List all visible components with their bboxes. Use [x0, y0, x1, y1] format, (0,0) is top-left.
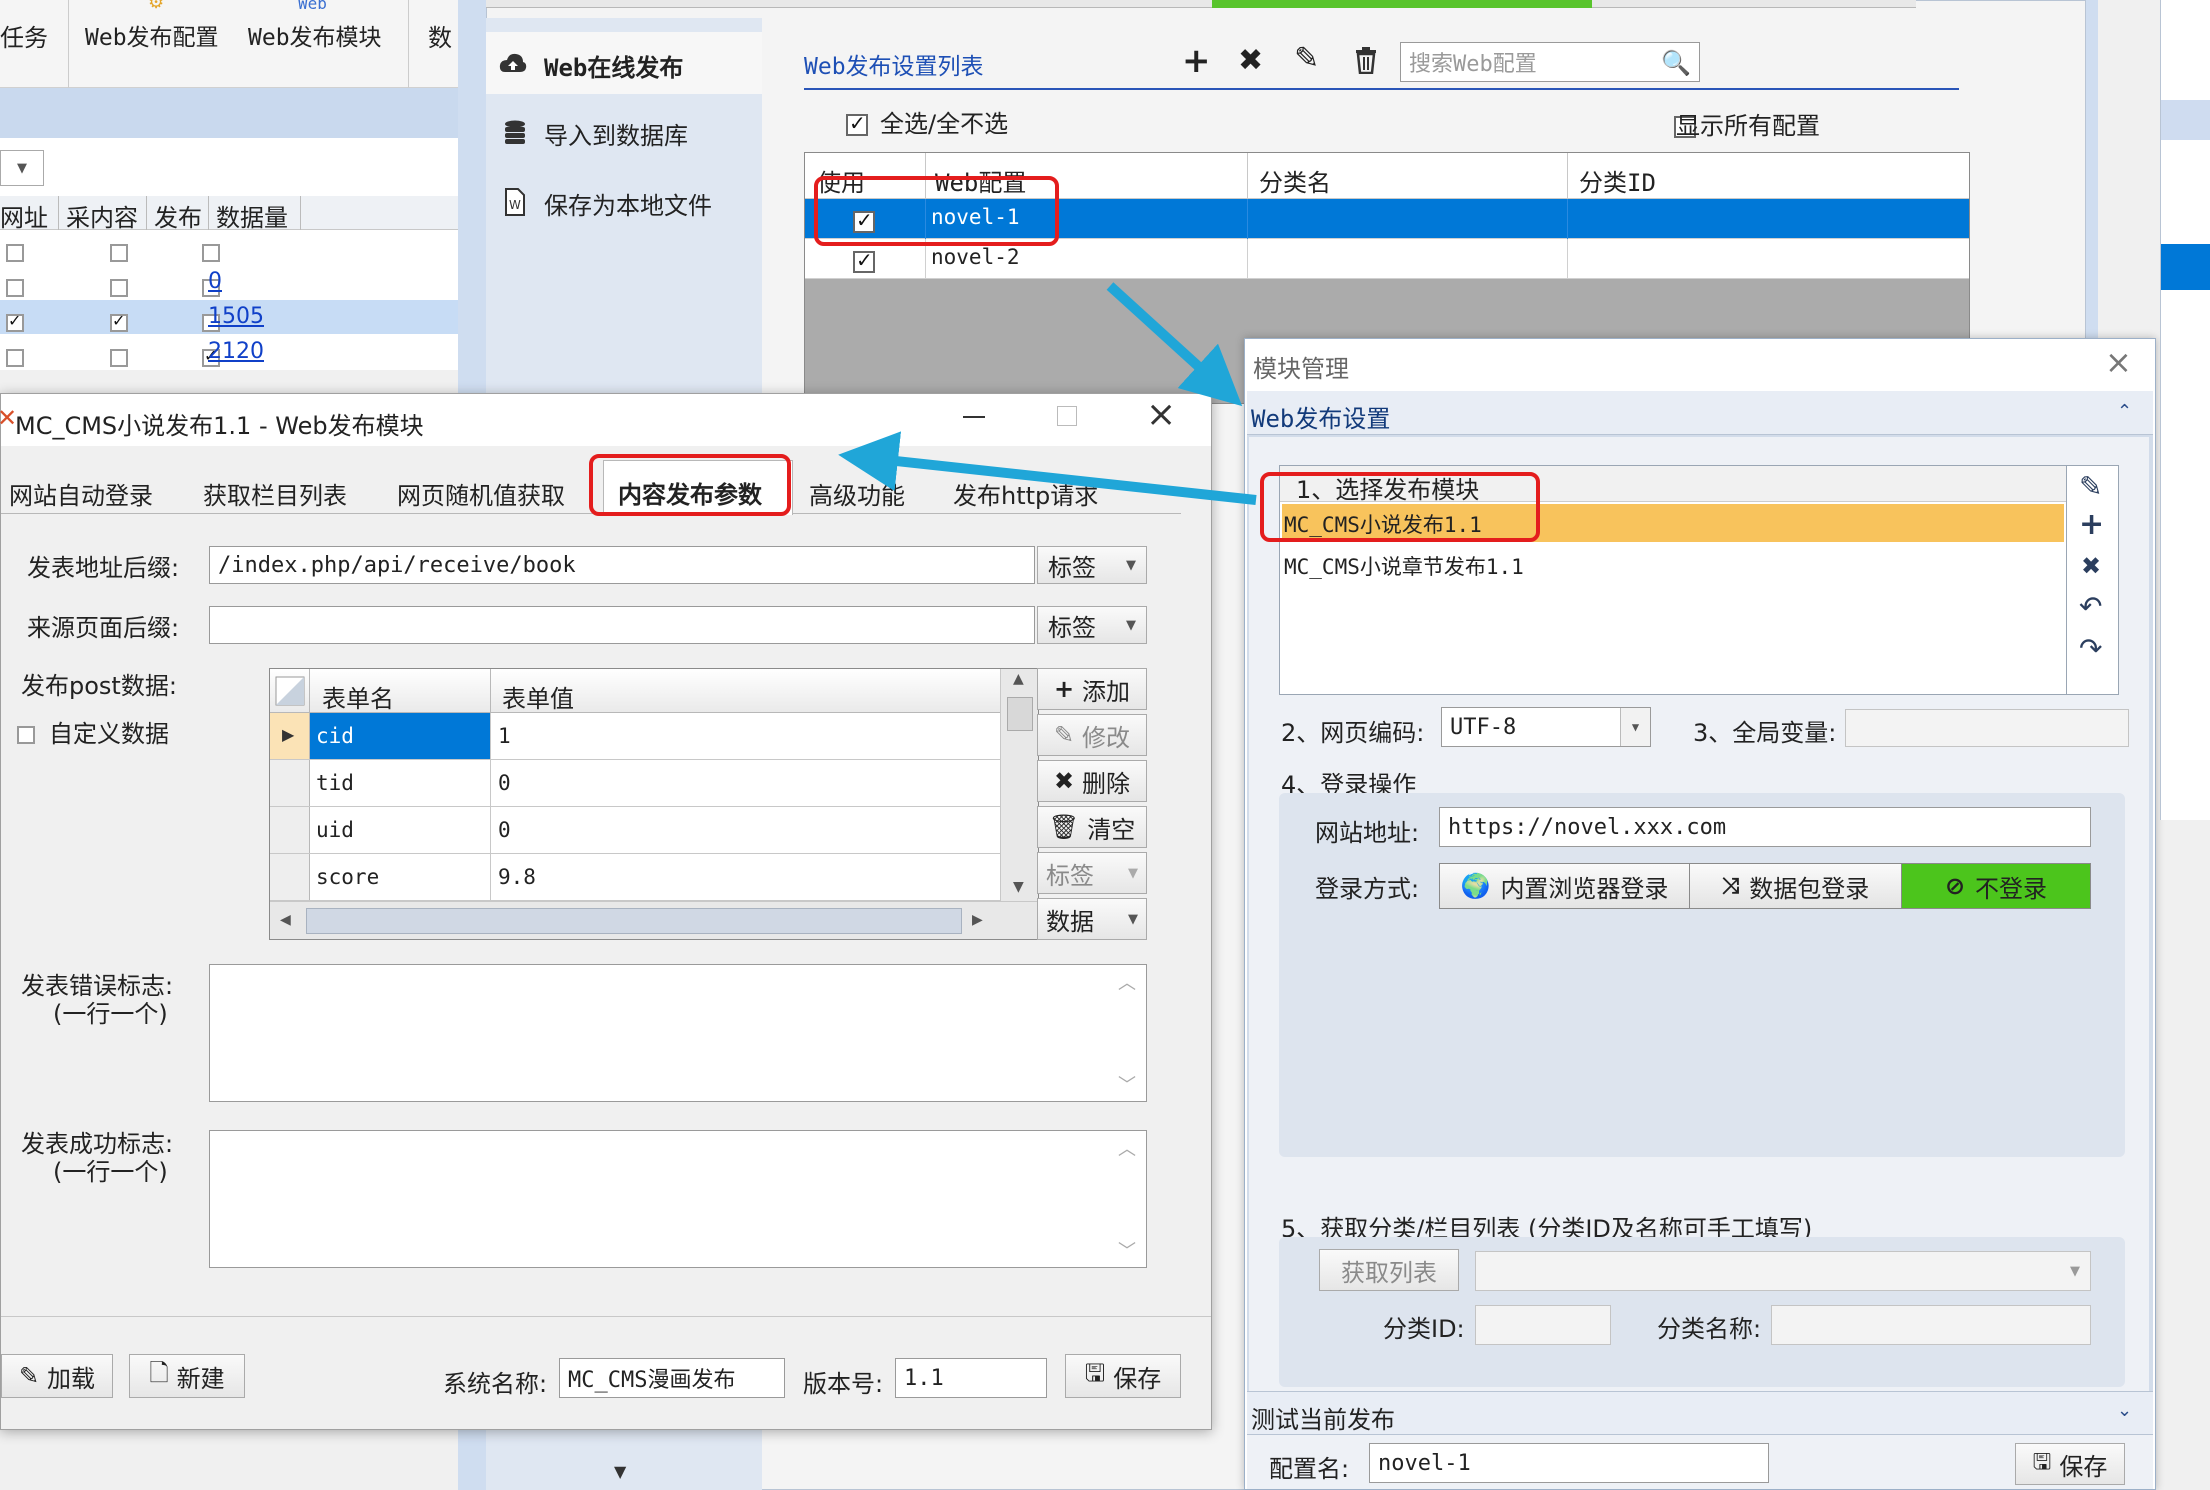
arrow-module-to-tab — [838, 431, 1257, 505]
annotation-arrows — [838, 282, 1257, 505]
arrow-config-to-module — [1106, 282, 1243, 407]
